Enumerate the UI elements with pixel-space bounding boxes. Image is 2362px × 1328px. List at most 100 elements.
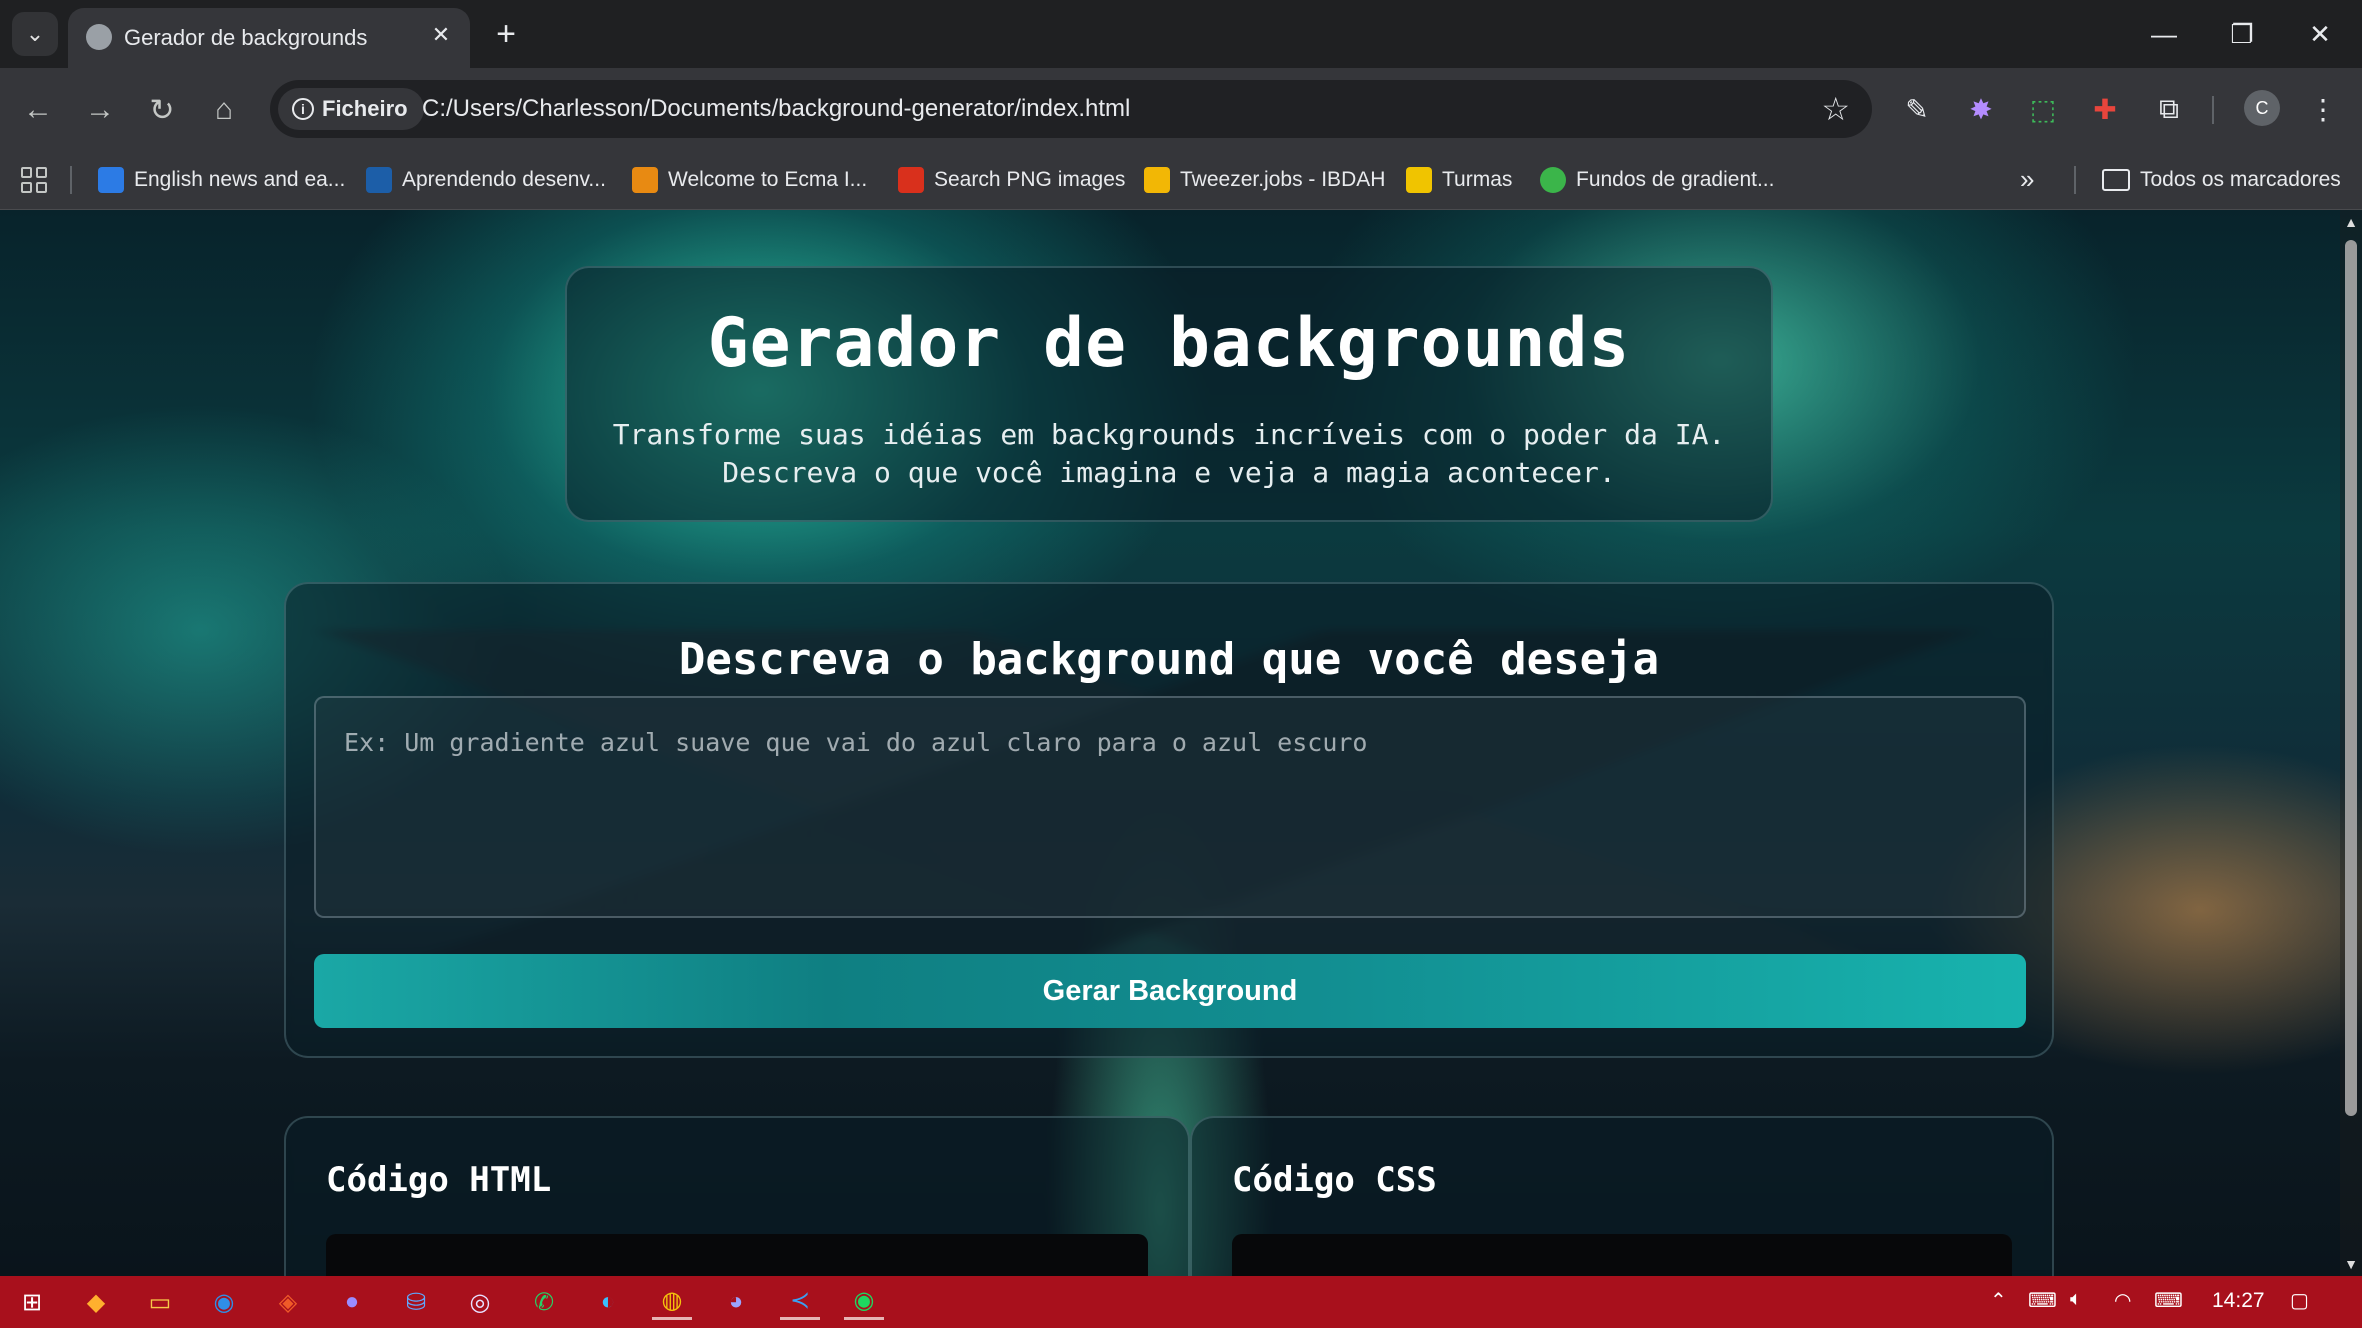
folder-icon	[2102, 169, 2130, 191]
css-code-block[interactable]	[1232, 1234, 2012, 1276]
bookmark-item[interactable]: Welcome to Ecma I...	[632, 162, 867, 198]
info-icon: i	[292, 98, 314, 120]
eyedropper-icon[interactable]: ✎	[1898, 90, 1936, 128]
app-icon[interactable]: ◈	[268, 1284, 308, 1320]
scrollbar-thumb[interactable]	[2345, 240, 2357, 1116]
address-bar[interactable]: i Ficheiro C:/Users/Charlesson/Documents…	[270, 80, 1872, 138]
minimize-icon[interactable]: —	[2134, 12, 2194, 56]
toolbar-divider	[2212, 96, 2214, 124]
windows-start-icon[interactable]: ⊞	[12, 1284, 52, 1320]
bookmark-favicon-icon	[98, 167, 124, 193]
chrome-icon[interactable]: ◍	[652, 1284, 692, 1320]
wifi-icon[interactable]: ◠	[2114, 1288, 2131, 1313]
taskbar-clock[interactable]: 14:27	[2212, 1289, 2265, 1313]
page-viewport: Gerador de backgrounds Transforme suas i…	[0, 210, 2362, 1276]
form-title: Descreva o background que você deseja	[678, 634, 1660, 685]
discord-icon[interactable]: ◕	[716, 1284, 756, 1320]
close-icon[interactable]: ✕	[426, 20, 456, 50]
reload-icon[interactable]: ↻	[140, 88, 184, 132]
database-icon[interactable]: ⛁	[396, 1284, 436, 1320]
html-code-card: Código HTML	[284, 1116, 1190, 1276]
prompt-form-card: Descreva o background que você deseja Ge…	[284, 582, 2054, 1058]
page-scrollbar[interactable]: ▲ ▼	[2340, 210, 2362, 1276]
bookmark-item[interactable]: Turmas	[1406, 162, 1512, 198]
subtitle-line: Descreva o que você imagina e veja a mag…	[722, 456, 1616, 489]
bookmark-favicon-icon	[632, 167, 658, 193]
bookmark-item[interactable]: English news and ea...	[98, 162, 345, 198]
browser-toolbar: ← → ↻ ⌂ i Ficheiro C:/Users/Charlesson/D…	[0, 68, 2362, 150]
site-info-chip[interactable]: i Ficheiro	[278, 88, 424, 130]
bookmarks-divider	[2074, 166, 2076, 194]
close-window-icon[interactable]: ✕	[2290, 12, 2350, 56]
whatsapp-icon[interactable]: ✆	[524, 1284, 564, 1320]
edge-icon[interactable]: ◐	[588, 1284, 628, 1320]
bookmark-label: Welcome to Ecma I...	[668, 168, 868, 191]
volume-icon[interactable]: 🔈︎	[2070, 1288, 2082, 1311]
tray-chevron-icon[interactable]: ⌃	[1990, 1288, 2007, 1313]
bookmark-star-icon[interactable]: ☆	[1821, 90, 1850, 128]
bookmark-item[interactable]: Fundos de gradient...	[1540, 162, 1774, 198]
page-subtitle: Transforme suas idéias em backgrounds in…	[567, 416, 1771, 492]
restore-icon[interactable]: ❐	[2212, 12, 2272, 56]
all-bookmarks-button[interactable]: Todos os marcadores	[2102, 162, 2341, 198]
css-code-card: Código CSS	[1190, 1116, 2054, 1276]
prompt-textarea[interactable]	[314, 696, 2026, 918]
bookmark-label: Turmas	[1442, 168, 1513, 191]
hero-card: Gerador de backgrounds Transforme suas i…	[565, 266, 1773, 522]
tab-search-button[interactable]: ⌄	[12, 12, 58, 56]
bookmark-label: English news and ea...	[134, 168, 346, 191]
firefox-icon[interactable]: ●	[332, 1284, 372, 1320]
home-icon[interactable]: ⌂	[202, 88, 246, 132]
generate-background-button[interactable]: Gerar Background	[314, 954, 2026, 1028]
bookmark-label: Fundos de gradient...	[1576, 168, 1775, 191]
chevron-down-icon: ⌄	[25, 21, 45, 46]
html-code-block[interactable]	[326, 1234, 1148, 1276]
vscode-icon[interactable]: ≺	[780, 1284, 820, 1320]
forward-icon[interactable]: →	[78, 88, 122, 132]
notification-icon[interactable]: ▢	[2290, 1288, 2309, 1313]
globe-icon	[86, 24, 112, 50]
gear-extension-icon[interactable]: ✸	[1962, 90, 2000, 128]
css-code-title: Código CSS	[1232, 1160, 1437, 1200]
bookmark-favicon-icon	[366, 167, 392, 193]
bookmarks-bar: English news and ea... Aprendendo desenv…	[0, 150, 2362, 210]
tab-title: Gerador de backgrounds	[124, 25, 368, 50]
taskbar: ⊞ ◆ ▭ ◉ ◈ ● ⛁ ◎ ✆ ◐ ◍ ◕ ≺ ◉ ⌃ ⌨ 🔈︎ ◠ ⌨ 1…	[0, 1276, 2362, 1328]
more-menu-icon[interactable]: ⋮	[2304, 90, 2342, 128]
apps-grid-icon[interactable]	[18, 164, 50, 196]
screenshot-extension-icon[interactable]: ⬚	[2024, 90, 2062, 128]
bookmark-label: Aprendendo desenv...	[402, 168, 606, 191]
tab-active[interactable]: Gerador de backgrounds ✕	[68, 8, 470, 68]
page-title: Gerador de backgrounds	[707, 304, 1631, 383]
scroll-down-icon[interactable]: ▼	[2344, 1256, 2358, 1272]
outlook-icon[interactable]: ◉	[204, 1284, 244, 1320]
pin-extension-icon[interactable]: ✚	[2086, 90, 2124, 128]
url-text[interactable]: C:/Users/Charlesson/Documents/background…	[422, 95, 1130, 123]
new-tab-button[interactable]: +	[486, 14, 526, 54]
extensions-puzzle-icon[interactable]: ⧉	[2150, 90, 2188, 128]
keyboard-icon[interactable]: ⌨	[2154, 1288, 2183, 1313]
bookmark-favicon-icon	[898, 167, 924, 193]
more-bookmarks-icon[interactable]: »	[2020, 164, 2034, 195]
bookmark-label: Search PNG images	[934, 168, 1126, 191]
tab-strip: ⌄ Gerador de backgrounds ✕ + — ❐ ✕	[0, 0, 2362, 68]
bookmarks-divider	[70, 166, 72, 194]
site-info-label: Ficheiro	[322, 96, 408, 121]
avatar[interactable]: C	[2244, 90, 2280, 126]
subtitle-line: Transforme suas idéias em backgrounds in…	[612, 418, 1726, 451]
bookmark-label: Tweezer.jobs - IBDAH	[1180, 168, 1386, 191]
file-explorer-icon[interactable]: ▭	[140, 1284, 180, 1320]
github-icon[interactable]: ◎	[460, 1284, 500, 1320]
copilot-icon[interactable]: ◆	[76, 1284, 116, 1320]
spotify-icon[interactable]: ◉	[844, 1284, 884, 1320]
scroll-up-icon[interactable]: ▲	[2344, 214, 2358, 230]
bookmark-item[interactable]: Search PNG images	[898, 162, 1125, 198]
bookmark-favicon-icon	[1406, 167, 1432, 193]
input-method-icon[interactable]: ⌨	[2028, 1288, 2057, 1313]
bookmark-item[interactable]: Tweezer.jobs - IBDAH	[1144, 162, 1385, 198]
bookmark-favicon-icon	[1540, 167, 1566, 193]
back-icon[interactable]: ←	[16, 88, 60, 132]
html-code-title: Código HTML	[326, 1160, 552, 1200]
bookmark-item[interactable]: Aprendendo desenv...	[366, 162, 606, 198]
bookmark-favicon-icon	[1144, 167, 1170, 193]
